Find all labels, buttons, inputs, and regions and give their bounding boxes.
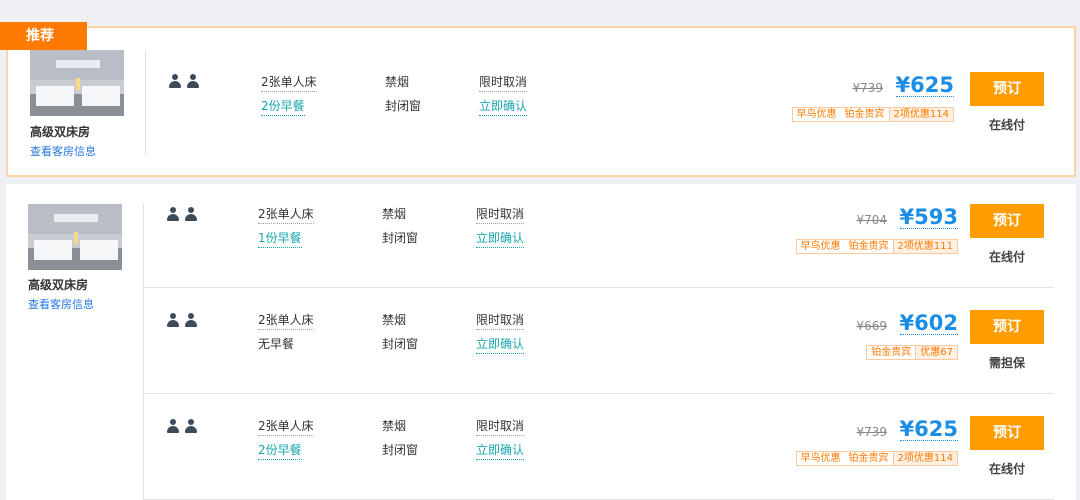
book-button[interactable]: 预订 xyxy=(970,416,1044,450)
guest-capacity xyxy=(167,207,197,221)
thumb-bed xyxy=(80,240,118,260)
breakfast: 无早餐 xyxy=(258,337,295,351)
thumb-bed xyxy=(34,240,72,260)
person-icon xyxy=(185,419,197,433)
promo-early-bird: 早鸟优惠 xyxy=(800,241,841,252)
room-card: 高级双床房 查看客房信息 2张单人床 1份早餐 禁烟 封闭窗 限时取消 立即确认… xyxy=(6,184,1076,500)
person-icon xyxy=(185,313,197,327)
promo-early-bird: 早鸟优惠 xyxy=(800,453,841,464)
room-name: 高级双床房 xyxy=(28,278,89,292)
person-icon xyxy=(167,313,179,327)
smoking-policy: 禁烟 xyxy=(382,313,407,327)
original-price: ¥669 xyxy=(856,319,887,333)
bed-type[interactable]: 2张单人床 xyxy=(258,311,314,330)
breakfast[interactable]: 2份早餐 xyxy=(258,441,302,460)
person-icon xyxy=(185,207,197,221)
bed-type[interactable]: 2张单人床 xyxy=(261,73,317,92)
promo-platinum: 铂金贵宾 xyxy=(871,347,912,358)
thumb-bed xyxy=(82,86,120,106)
guest-capacity xyxy=(167,419,197,433)
thumb-lamp xyxy=(74,232,78,244)
room-thumbnail[interactable] xyxy=(30,50,124,116)
book-button[interactable]: 预订 xyxy=(970,72,1044,106)
payment-type: 需担保 xyxy=(988,356,1025,370)
promo-total: 2项优惠114 xyxy=(888,108,953,121)
book-button[interactable]: 预订 xyxy=(970,204,1044,238)
breakfast[interactable]: 2份早餐 xyxy=(261,97,305,116)
smoking-policy: 禁烟 xyxy=(382,207,407,221)
current-price[interactable]: ¥625 xyxy=(895,74,954,97)
thumb-art xyxy=(56,60,100,68)
promo-total: 2项优惠111 xyxy=(892,240,957,253)
room-thumbnail[interactable] xyxy=(28,204,122,270)
original-price: ¥739 xyxy=(856,425,887,439)
bed-type[interactable]: 2张单人床 xyxy=(258,205,314,224)
room-card-recommended: 高级双床房 查看客房信息 2张单人床 2份早餐 禁烟 封闭窗 限时取消 立即确认… xyxy=(6,26,1076,177)
person-icon xyxy=(187,74,199,88)
window-type: 封闭窗 xyxy=(382,231,419,245)
divider xyxy=(145,50,146,155)
cancel-policy[interactable]: 限时取消 xyxy=(476,311,525,330)
room-name: 高级双床房 xyxy=(30,125,91,139)
guest-capacity xyxy=(167,313,197,327)
current-price[interactable]: ¥593 xyxy=(899,206,958,229)
book-button[interactable]: 预订 xyxy=(970,310,1044,344)
promo-platinum: 铂金贵宾 xyxy=(848,453,889,464)
cancel-policy[interactable]: 限时取消 xyxy=(476,205,525,224)
promo-badges[interactable]: 铂金贵宾 优惠67 xyxy=(866,345,958,360)
divider xyxy=(143,204,144,500)
promo-platinum: 铂金贵宾 xyxy=(844,109,885,120)
person-icon xyxy=(169,74,181,88)
instant-confirm[interactable]: 立即确认 xyxy=(476,229,525,248)
bed-type[interactable]: 2张单人床 xyxy=(258,417,314,436)
payment-type: 在线付 xyxy=(988,250,1025,264)
person-icon xyxy=(167,207,179,221)
promo-badges[interactable]: 早鸟优惠 铂金贵宾 2项优惠114 xyxy=(791,107,954,122)
row-divider xyxy=(143,393,1054,394)
room-info-link[interactable]: 查看客房信息 xyxy=(28,296,94,312)
instant-confirm[interactable]: 立即确认 xyxy=(479,97,528,116)
promo-badges[interactable]: 早鸟优惠 铂金贵宾 2项优惠111 xyxy=(795,239,958,254)
payment-type: 在线付 xyxy=(988,118,1025,132)
original-price: ¥704 xyxy=(856,213,887,227)
current-price[interactable]: ¥625 xyxy=(899,418,958,441)
cancel-policy[interactable]: 限时取消 xyxy=(476,417,525,436)
window-type: 封闭窗 xyxy=(382,337,419,351)
window-type: 封闭窗 xyxy=(382,443,419,457)
smoking-policy: 禁烟 xyxy=(382,419,407,433)
instant-confirm[interactable]: 立即确认 xyxy=(476,441,525,460)
promo-badges[interactable]: 早鸟优惠 铂金贵宾 2项优惠114 xyxy=(795,451,958,466)
promo-platinum: 铂金贵宾 xyxy=(848,241,889,252)
instant-confirm[interactable]: 立即确认 xyxy=(476,335,525,354)
window-type: 封闭窗 xyxy=(385,99,422,113)
breakfast[interactable]: 1份早餐 xyxy=(258,229,302,248)
smoking-policy: 禁烟 xyxy=(385,75,410,89)
original-price: ¥739 xyxy=(852,81,883,95)
promo-total: 2项优惠114 xyxy=(892,452,957,465)
room-info-link[interactable]: 查看客房信息 xyxy=(30,143,96,159)
guest-capacity xyxy=(169,74,199,88)
recommend-tag: 推荐 xyxy=(0,22,87,50)
row-divider xyxy=(143,287,1054,288)
promo-early-bird: 早鸟优惠 xyxy=(796,109,837,120)
payment-type: 在线付 xyxy=(988,462,1025,476)
person-icon xyxy=(167,419,179,433)
thumb-art xyxy=(54,214,98,222)
promo-total: 优惠67 xyxy=(915,346,957,359)
cancel-policy[interactable]: 限时取消 xyxy=(479,73,528,92)
current-price[interactable]: ¥602 xyxy=(899,312,958,335)
thumb-lamp xyxy=(76,78,80,90)
thumb-bed xyxy=(36,86,74,106)
